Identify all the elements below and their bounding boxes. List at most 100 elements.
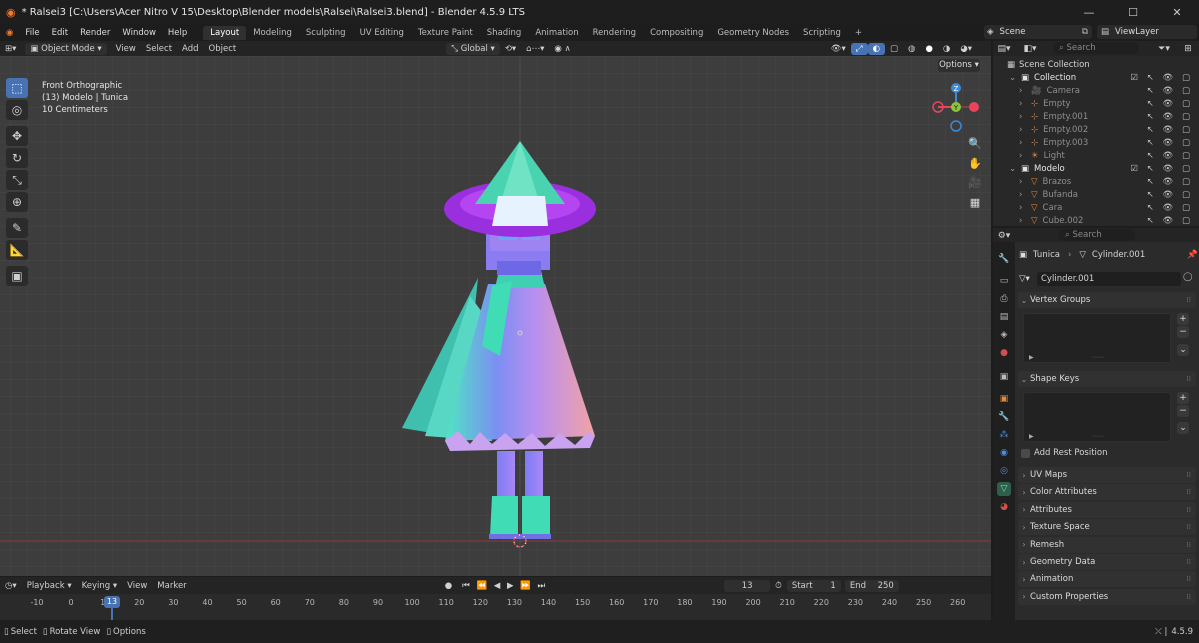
panel-animation[interactable]: › Animation ⁞⁞ <box>1018 571 1196 588</box>
outliner-object-row[interactable]: › 🎥 Camera ↖ 👁 ▢ <box>993 84 1199 97</box>
tab-compositing[interactable]: Compositing <box>643 26 710 40</box>
list-resize-grip[interactable]: ⋯⋯ <box>1092 433 1104 440</box>
playhead[interactable]: 13 <box>104 596 120 608</box>
maximize-button[interactable]: ☐ <box>1111 0 1155 24</box>
add-rest-position-checkbox[interactable] <box>1021 448 1030 458</box>
visibility-controls[interactable]: ↖ 👁 ▢ <box>1147 190 1193 200</box>
mesh-datablock-field[interactable]: Cylinder.001 <box>1037 272 1181 286</box>
tab-sculpting[interactable]: Sculpting <box>299 26 353 40</box>
panel-shape-keys[interactable]: ⌄ Shape Keys ⁞⁞ <box>1018 371 1196 387</box>
menu-timeline-view[interactable]: View <box>122 580 152 592</box>
chevron-right-icon[interactable]: › <box>1019 125 1028 135</box>
particles-tab-icon[interactable]: ⁂ <box>997 428 1011 442</box>
panel-geometry-data[interactable]: › Geometry Data ⁞⁞ <box>1018 554 1196 570</box>
proportional-edit-icon[interactable]: ◉ ∧ <box>549 43 575 55</box>
output-tab-icon[interactable]: ⎙ <box>997 292 1011 306</box>
drag-grip-icon[interactable]: ⁞⁞ <box>1187 593 1191 601</box>
outliner-collection-row[interactable]: ⌄ ▣ Modelo ☑ ↖ 👁 ▢ <box>993 162 1199 175</box>
object-tab-icon[interactable]: ▣ <box>997 392 1011 406</box>
visibility-controls[interactable]: ↖ 👁 ▢ <box>1147 177 1193 187</box>
drag-grip-icon[interactable]: ⁞⁞ <box>1187 541 1191 549</box>
drag-grip-icon[interactable]: ⁞⁞ <box>1187 375 1191 383</box>
menu-edit[interactable]: Edit <box>46 28 74 38</box>
remove-vertex-group-button[interactable]: − <box>1177 326 1189 338</box>
transform-tool-icon[interactable]: ⊕ <box>6 192 28 212</box>
chevron-right-icon[interactable]: › <box>1019 203 1028 213</box>
panel-color-attributes[interactable]: › Color Attributes ⁞⁞ <box>1018 484 1196 501</box>
add-vertex-group-button[interactable]: + <box>1177 313 1189 325</box>
mesh-data-tab-icon[interactable]: ▽ <box>997 482 1011 496</box>
scene-collection-row[interactable]: ▦ Scene Collection <box>993 58 1199 71</box>
new-collection-icon[interactable]: ⊞ <box>1181 42 1195 55</box>
record-icon[interactable]: ● <box>440 580 457 592</box>
panel-texture-space[interactable]: › Texture Space ⁞⁞ <box>1018 519 1196 536</box>
modifier-tab-icon[interactable]: 🔧 <box>997 410 1011 424</box>
overlay-toggle-icon[interactable]: ◐ <box>867 42 886 55</box>
mesh-browse-icon[interactable]: ▽▾ <box>1019 274 1030 284</box>
current-frame-field[interactable]: 13 <box>724 579 771 592</box>
chevron-right-icon[interactable]: › <box>1019 177 1028 187</box>
menu-add[interactable]: Add <box>177 43 203 55</box>
drag-grip-icon[interactable]: ⁞⁞ <box>1187 296 1191 304</box>
properties-search[interactable]: ⌕ Search <box>1059 229 1135 241</box>
panel-remesh[interactable]: › Remesh ⁞⁞ <box>1018 536 1196 553</box>
tab-shading[interactable]: Shading <box>480 26 529 40</box>
chevron-right-icon[interactable]: › <box>1019 138 1028 148</box>
clock-icon[interactable]: ⏱ <box>770 580 787 592</box>
outliner-collection-row[interactable]: ⌄ ▣ Collection ☑ ↖ 👁 ▢ <box>993 71 1199 84</box>
view-layer-tab-icon[interactable]: ▤ <box>997 310 1011 324</box>
visibility-controls[interactable]: ↖ 👁 ▢ <box>1147 151 1193 161</box>
navigation-gizmo[interactable]: Z Y <box>928 78 984 136</box>
add-workspace-icon[interactable]: + <box>848 26 869 40</box>
tab-layout[interactable]: Layout <box>203 25 247 40</box>
snap-icon[interactable]: ⌂⋯▾ <box>521 43 549 55</box>
visibility-controls[interactable]: ☑ ↖ 👁 ▢ <box>1130 164 1193 174</box>
outliner-object-row[interactable]: › ⊹ Empty.003 ↖ 👁 ▢ <box>993 136 1199 149</box>
outliner-object-row[interactable]: › ▽ Cube.002 ↖ 👁 ▢ <box>993 214 1199 226</box>
vertex-groups-list[interactable]: ▶ ⋯⋯ <box>1023 313 1171 363</box>
visibility-controls[interactable]: ↖ 👁 ▢ <box>1147 203 1193 213</box>
view-layer-selector[interactable]: ▤ ViewLayer <box>1097 25 1197 39</box>
gizmo-neg-z-axis[interactable] <box>950 120 962 132</box>
visibility-controls[interactable]: ↖ 👁 ▢ <box>1147 86 1193 96</box>
render-tab-icon[interactable]: ▭ <box>997 274 1011 288</box>
outliner-object-row[interactable]: › ▽ Brazos ↖ 👁 ▢ <box>993 175 1199 188</box>
menu-window[interactable]: Window <box>116 28 162 38</box>
collection-tab-icon[interactable]: ▣ <box>997 370 1011 384</box>
visibility-controls[interactable]: ↖ 👁 ▢ <box>1147 216 1193 226</box>
drag-grip-icon[interactable]: ⁞⁞ <box>1187 523 1191 531</box>
orientation-dropdown[interactable]: ⤡ Global ▾ <box>446 42 500 55</box>
shading-rendered-icon[interactable]: ◕▾ <box>955 43 977 55</box>
options-button[interactable]: Options ▾ <box>938 59 980 72</box>
tab-texture-paint[interactable]: Texture Paint <box>411 26 480 40</box>
menu-playback[interactable]: Playback ▾ <box>22 580 77 592</box>
chevron-right-icon[interactable]: › <box>1019 190 1028 200</box>
material-tab-icon[interactable]: ◕ <box>997 500 1011 514</box>
shading-material-icon[interactable]: ◑ <box>938 43 955 55</box>
move-tool-icon[interactable]: ✥ <box>6 126 28 146</box>
outliner-object-row[interactable]: › ⊹ Empty.002 ↖ 👁 ▢ <box>993 123 1199 136</box>
chevron-down-icon[interactable]: ⌄ <box>1009 164 1018 174</box>
vertex-group-menu-button[interactable]: ⌄ <box>1177 344 1189 356</box>
filter-icon[interactable]: ⏷▾ <box>1157 42 1171 55</box>
close-button[interactable]: ✕ <box>1155 0 1199 24</box>
outliner-editor-icon[interactable]: ▤▾ <box>997 42 1011 55</box>
shading-solid-icon[interactable]: ● <box>920 43 937 55</box>
menu-view[interactable]: View <box>111 43 141 55</box>
pin-icon[interactable]: 📌 <box>1187 250 1198 260</box>
tab-rendering[interactable]: Rendering <box>586 26 643 40</box>
menu-file[interactable]: File <box>19 28 45 38</box>
gizmo-x-axis[interactable] <box>969 102 979 112</box>
outliner-search[interactable]: ⌕ Search <box>1053 42 1139 54</box>
add-shape-key-button[interactable]: + <box>1177 392 1189 404</box>
gizmo-toggle-icon[interactable]: ⤢ <box>850 42 868 55</box>
shape-key-menu-button[interactable]: ⌄ <box>1177 422 1189 434</box>
panel-attributes[interactable]: › Attributes ⁞⁞ <box>1018 501 1196 518</box>
playback-controls[interactable]: ⏮ ⏪ ◀ ▶ ⏩ ⏭ <box>457 580 552 592</box>
add-cube-tool-icon[interactable]: ▣ <box>6 266 28 286</box>
3d-viewport[interactable] <box>0 56 991 576</box>
tab-modeling[interactable]: Modeling <box>246 26 299 40</box>
timeline-editor-icon[interactable]: ◷▾ <box>0 580 22 592</box>
tool-tab-icon[interactable]: 🔧 <box>997 252 1011 266</box>
drag-grip-icon[interactable]: ⁞⁞ <box>1187 471 1191 479</box>
